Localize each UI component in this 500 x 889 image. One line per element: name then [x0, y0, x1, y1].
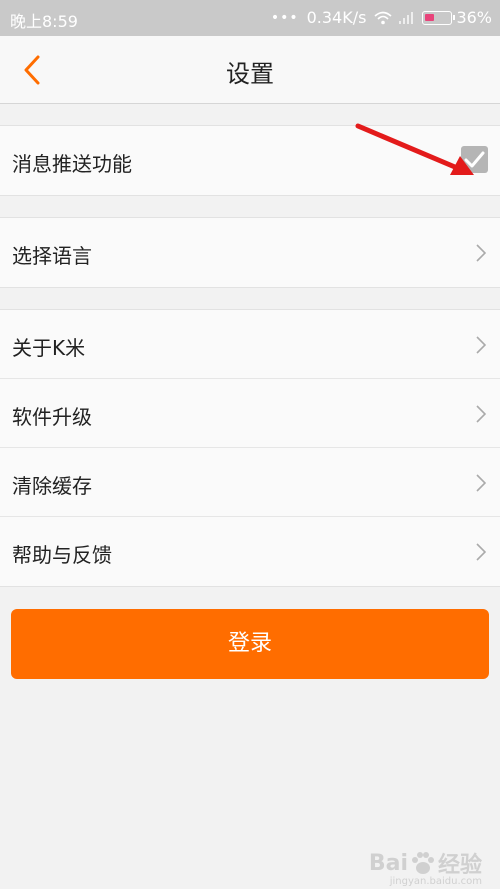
status-bar: 晚上8:59 ••• 0.34K/s 36%	[0, 0, 500, 36]
notification-dots: •••	[270, 9, 299, 26]
nav-bar: 设置	[0, 36, 500, 104]
watermark-url: jingyan.baidu.com	[389, 876, 482, 887]
watermark-brand-right: 经验	[437, 853, 482, 878]
signal-icon	[399, 11, 414, 24]
settings-row-help[interactable]: 帮助与反馈	[0, 517, 500, 586]
annotation-arrow-icon	[355, 123, 474, 175]
settings-row-upgrade[interactable]: 软件升级	[0, 379, 500, 448]
paw-icon	[411, 852, 434, 874]
login-button[interactable]: 登录	[11, 609, 489, 679]
battery-icon	[422, 10, 456, 25]
status-indicators: ••• 0.34K/s 36%	[271, 8, 492, 27]
network-speed: 0.34K/s	[306, 8, 367, 27]
watermark-brand-left: Bai	[368, 850, 408, 876]
status-time: 晚上8:59	[10, 12, 78, 31]
language-group: 选择语言	[0, 217, 500, 288]
settings-row-language[interactable]: 选择语言	[0, 218, 500, 287]
baidu-watermark: Bai 经验	[369, 847, 482, 879]
settings-row-about[interactable]: 关于K米	[0, 310, 500, 379]
chevron-right-icon	[476, 405, 486, 423]
settings-row-label: 清除缓存	[12, 474, 92, 498]
settings-row-cache[interactable]: 清除缓存	[0, 448, 500, 517]
info-group: 关于K米 软件升级 清除缓存 帮助与反馈	[0, 309, 500, 587]
settings-row-label: 选择语言	[12, 244, 92, 268]
settings-row-label: 消息推送功能	[12, 152, 132, 176]
chevron-right-icon	[476, 474, 486, 492]
chevron-right-icon	[476, 244, 486, 262]
settings-row-label: 软件升级	[12, 405, 92, 429]
settings-row-label: 关于K米	[12, 336, 86, 360]
chevron-right-icon	[476, 543, 486, 561]
wifi-icon	[374, 11, 392, 24]
battery-percent: 36%	[456, 8, 492, 27]
chevron-right-icon	[476, 336, 486, 354]
settings-row-label: 帮助与反馈	[12, 543, 112, 567]
page-title: 设置	[226, 60, 274, 88]
